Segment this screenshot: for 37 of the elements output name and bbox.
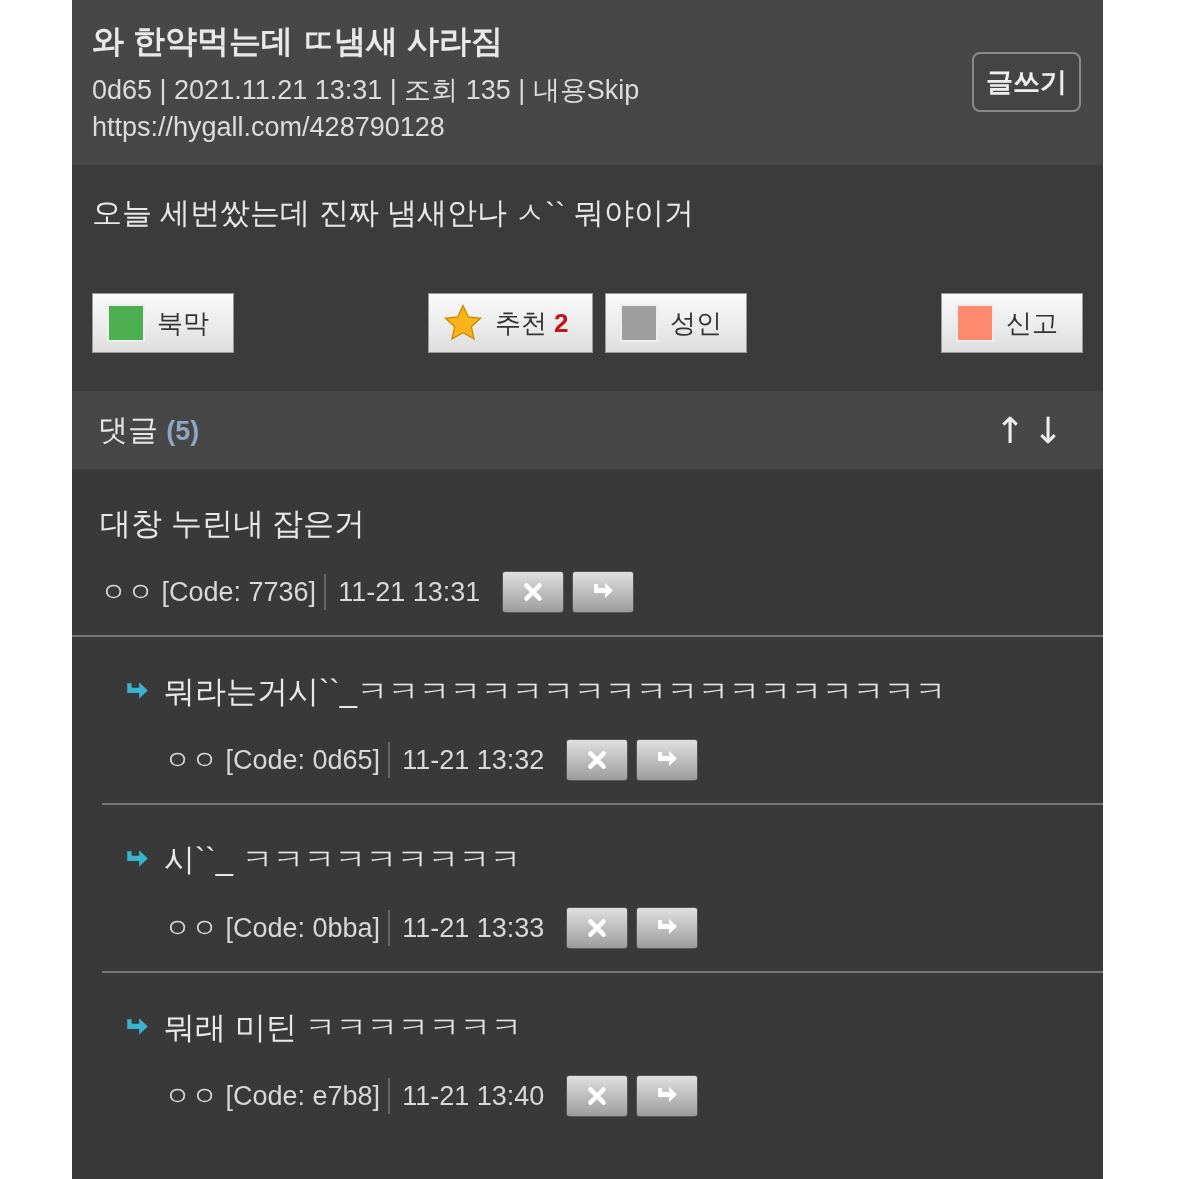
post-url[interactable]: https://hygall.com/428790128 bbox=[92, 112, 640, 143]
close-icon bbox=[586, 1085, 609, 1107]
reply-button[interactable] bbox=[572, 571, 635, 613]
adult-button[interactable]: 성인 bbox=[605, 293, 748, 353]
comment-text: 뭐래 미틴 ㅋㅋㅋㅋㅋㅋㅋ bbox=[164, 1009, 523, 1047]
comments-heading: 댓글 (5) bbox=[98, 411, 200, 448]
delete-button[interactable] bbox=[566, 1075, 629, 1117]
post-body: 오늘 세번쌌는데 진짜 냄새안나 ㅅ`` 뭐야이거 bbox=[92, 195, 695, 231]
comment-author: ㅇㅇ [Code: 0d65] bbox=[164, 742, 391, 778]
recommend-button[interactable]: 추천 2 bbox=[427, 293, 594, 353]
star-icon bbox=[442, 303, 483, 343]
comment-time: 11-21 13:40 bbox=[402, 1080, 545, 1112]
comment-time: 11-21 13:31 bbox=[338, 576, 481, 608]
reply-button[interactable] bbox=[636, 907, 699, 949]
delete-button[interactable] bbox=[566, 739, 629, 781]
report-button[interactable]: 신고 bbox=[941, 293, 1083, 353]
comment-author: ㅇㅇ [Code: e7b8] bbox=[164, 1078, 391, 1114]
close-icon bbox=[522, 581, 545, 603]
comment-author: ㅇㅇ [Code: 7736] bbox=[100, 574, 327, 610]
comment-text: 대창 누린내 잡은거 bbox=[100, 505, 366, 543]
write-button[interactable]: 글쓰기 bbox=[972, 51, 1081, 112]
post-title: 와 한약먹는데 ㄸ냄새 사라짐 bbox=[92, 22, 504, 61]
comment-text: 시``_ ㅋㅋㅋㅋㅋㅋㅋㅋㅋ bbox=[164, 841, 521, 879]
reply-button[interactable] bbox=[636, 1075, 699, 1117]
bookmark-button[interactable]: 북막 bbox=[92, 293, 234, 353]
comment-time: 11-21 13:33 bbox=[402, 912, 545, 944]
post-meta: 0d65 | 2021.11.21 13:31 | 조회 135 | 내용Skip bbox=[92, 74, 640, 107]
comment-text: 뭐라는거시``_ㅋㅋㅋㅋㅋㅋㅋㅋㅋㅋㅋㅋㅋㅋㅋㅋㅋㅋㅋ bbox=[164, 673, 946, 711]
close-icon bbox=[586, 749, 609, 771]
close-icon bbox=[586, 917, 609, 939]
delete-button[interactable] bbox=[566, 907, 629, 949]
delete-button[interactable] bbox=[502, 571, 565, 613]
comment-author: ㅇㅇ [Code: 0bba] bbox=[164, 910, 391, 946]
sort-up-button[interactable]: ↑ bbox=[994, 409, 1025, 451]
sort-down-button[interactable]: ↓ bbox=[1032, 409, 1063, 451]
comment-time: 11-21 13:32 bbox=[402, 744, 545, 776]
reply-button[interactable] bbox=[636, 739, 699, 781]
